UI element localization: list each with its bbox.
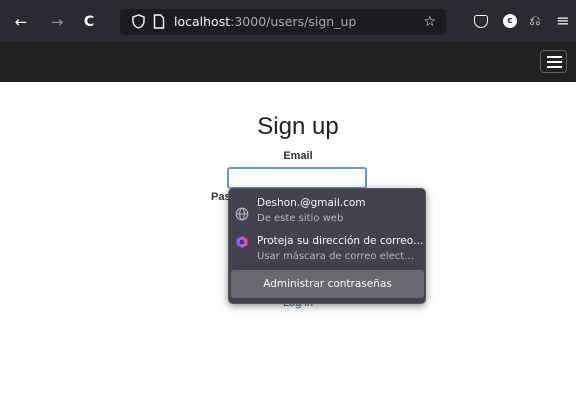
autocomplete-popup: Deshon.@gmail.com De este sitio web Prot…: [228, 188, 426, 304]
autocomplete-item-title: Deshon.@gmail.com: [257, 197, 366, 209]
site-navbar: [0, 42, 576, 82]
autocomplete-item-saved-email[interactable]: Deshon.@gmail.com De este sitio web: [229, 195, 425, 231]
url-bar[interactable]: localhost:3000/users/sign_up ☆: [120, 9, 446, 35]
reload-icon[interactable]: C: [80, 13, 98, 31]
tracking-shield-icon[interactable]: [132, 14, 145, 29]
relay-mask-icon: [236, 236, 248, 248]
hamburger-menu-icon[interactable]: [540, 50, 567, 73]
autocomplete-item-subtitle: Usar máscara de correo elect…: [257, 251, 415, 262]
page-info-icon[interactable]: [153, 14, 165, 29]
email-label: Email: [283, 150, 313, 162]
pocket-icon[interactable]: [474, 15, 488, 28]
autocomplete-item-title: Proteja su dirección de correo…: [257, 235, 424, 247]
browser-toolbar: ← → C localhost:3000/users/sign_up ☆ c ⎌…: [0, 0, 576, 42]
back-arrow-icon[interactable]: ←: [12, 13, 30, 31]
app-menu-icon[interactable]: ≡: [554, 12, 572, 30]
autocomplete-item-relay-mask[interactable]: Proteja su dirección de correo… Usar más…: [229, 232, 425, 268]
autocomplete-item-subtitle: De este sitio web: [257, 213, 344, 224]
forward-arrow-icon[interactable]: →: [48, 13, 66, 31]
manage-passwords-button[interactable]: Administrar contraseñas: [231, 270, 424, 298]
url-path: :3000/users/sign_up: [230, 14, 357, 29]
bookmark-star-icon[interactable]: ☆: [423, 13, 436, 31]
url-host: localhost: [174, 14, 231, 29]
account-avatar-icon[interactable]: c: [503, 14, 517, 28]
email-field[interactable]: [227, 167, 367, 189]
url-text[interactable]: localhost:3000/users/sign_up: [174, 13, 356, 31]
extensions-icon[interactable]: ⎌: [526, 12, 544, 30]
globe-icon: [235, 207, 249, 221]
page-title: Sign up: [257, 113, 339, 140]
